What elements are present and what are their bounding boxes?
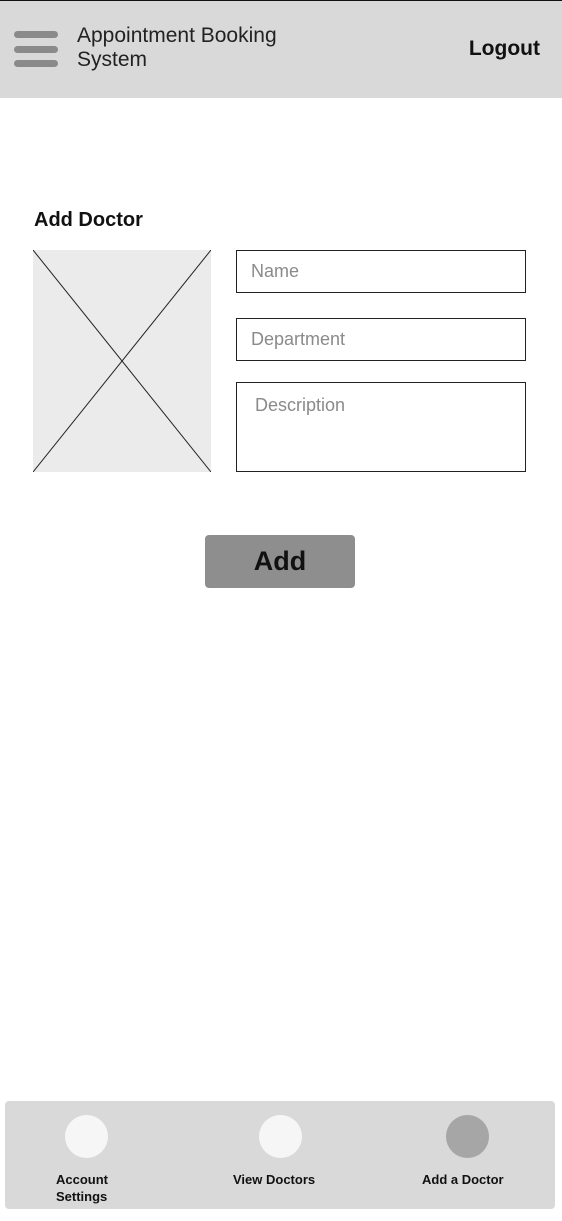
view-doctors-circle-icon [259,1115,302,1158]
name-input[interactable] [236,250,526,293]
add-button[interactable]: Add [205,535,355,588]
nav-label: View Doctors [233,1172,316,1187]
menu-bar [14,31,58,38]
hamburger-menu-icon[interactable] [14,31,58,71]
nav-item-account-settings[interactable]: Account Settings [5,1101,175,1209]
doctor-photo-placeholder[interactable] [33,250,211,472]
description-textarea[interactable] [236,382,526,472]
nav-label: Account Settings [56,1172,108,1204]
bottom-navigation: Account Settings View Doctors Add a Doct… [5,1101,555,1209]
department-input[interactable] [236,318,526,361]
nav-item-add-doctor[interactable]: Add a Doctor [385,1101,555,1209]
account-settings-circle-icon [65,1115,108,1158]
menu-bar [14,46,58,53]
image-placeholder-icon [33,250,211,472]
menu-bar [14,60,58,67]
nav-item-view-doctors[interactable]: View Doctors [185,1101,375,1209]
form-title: Add Doctor [34,209,143,231]
logout-button[interactable]: Logout [469,37,540,61]
nav-label: Add a Doctor [422,1172,504,1187]
app-header: Appointment Booking System Logout [0,1,562,98]
app-title: Appointment Booking System [77,24,277,71]
add-doctor-circle-icon [446,1115,489,1158]
